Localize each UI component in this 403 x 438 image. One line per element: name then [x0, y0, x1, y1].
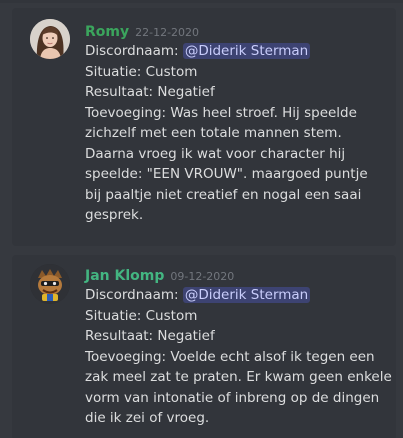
message-content: Discordnaam: @Diderik Sterman Situatie: … — [85, 41, 390, 226]
previous-message-edge — [0, 0, 403, 3]
addition-line: Toevoeging: Voelde echt alsof ik tegen e… — [85, 348, 375, 365]
chat-channel: Romy 22-12-2020 Discordnaam: @Diderik Ste… — [0, 0, 403, 438]
result-line: Resultaat: Negatief — [85, 84, 215, 100]
message-romy[interactable]: Romy 22-12-2020 Discordnaam: @Diderik Ste… — [12, 8, 396, 246]
avatar-romy-image — [30, 19, 70, 59]
username[interactable]: Jan Klomp — [85, 268, 164, 284]
discord-name-line: Discordnaam: @Diderik Sterman — [85, 41, 390, 62]
situation-line: Situatie: Custom — [85, 63, 198, 80]
message-header: Romy 22-12-2020 — [85, 21, 199, 40]
avatar[interactable] — [30, 19, 70, 59]
discord-name-label: Discordnaam: — [85, 43, 183, 59]
discord-name-label: Discordnaam: — [85, 287, 183, 303]
addition-line: gesprek. — [85, 207, 144, 223]
avatar-jan-image — [30, 264, 70, 304]
addition-line: bij paaltje niet creatief en nogal een s… — [85, 186, 362, 203]
user-mention[interactable]: @Diderik Sterman — [182, 43, 311, 59]
situation-line: Situatie: Custom — [85, 307, 198, 324]
avatar[interactable] — [30, 264, 70, 304]
addition-line: speelde: "EEN VROUW". maargoed puntje — [85, 166, 368, 182]
message-header: Jan Klomp 09-12-2020 — [85, 265, 234, 284]
addition-line: vorm van intonatie of inbreng op de ding… — [85, 389, 380, 406]
result-line: Resultaat: Negatief — [85, 328, 215, 344]
user-mention[interactable]: @Diderik Sterman — [182, 287, 311, 303]
timestamp[interactable]: 09-12-2020 — [170, 270, 234, 283]
addition-line: Toevoeging: Was heel stroef. Hij speelde — [85, 104, 357, 121]
timestamp[interactable]: 22-12-2020 — [135, 26, 199, 39]
addition-line: die ik zei of vroeg. — [85, 410, 210, 426]
discord-name-line: Discordnaam: @Diderik Sterman — [85, 285, 390, 306]
message-content: Discordnaam: @Diderik Sterman Situatie: … — [85, 285, 392, 429]
addition-line: zak meel zat te praten. Er kwam geen enk… — [85, 369, 392, 385]
addition-line: zichzelf met een totale mannen stem. — [85, 125, 342, 141]
username[interactable]: Romy — [85, 24, 129, 40]
message-jan-klomp[interactable]: Jan Klomp 09-12-2020 Discordnaam: @Dideri… — [12, 255, 396, 438]
addition-line: Daarna vroeg ik wat voor character hij — [85, 145, 346, 162]
